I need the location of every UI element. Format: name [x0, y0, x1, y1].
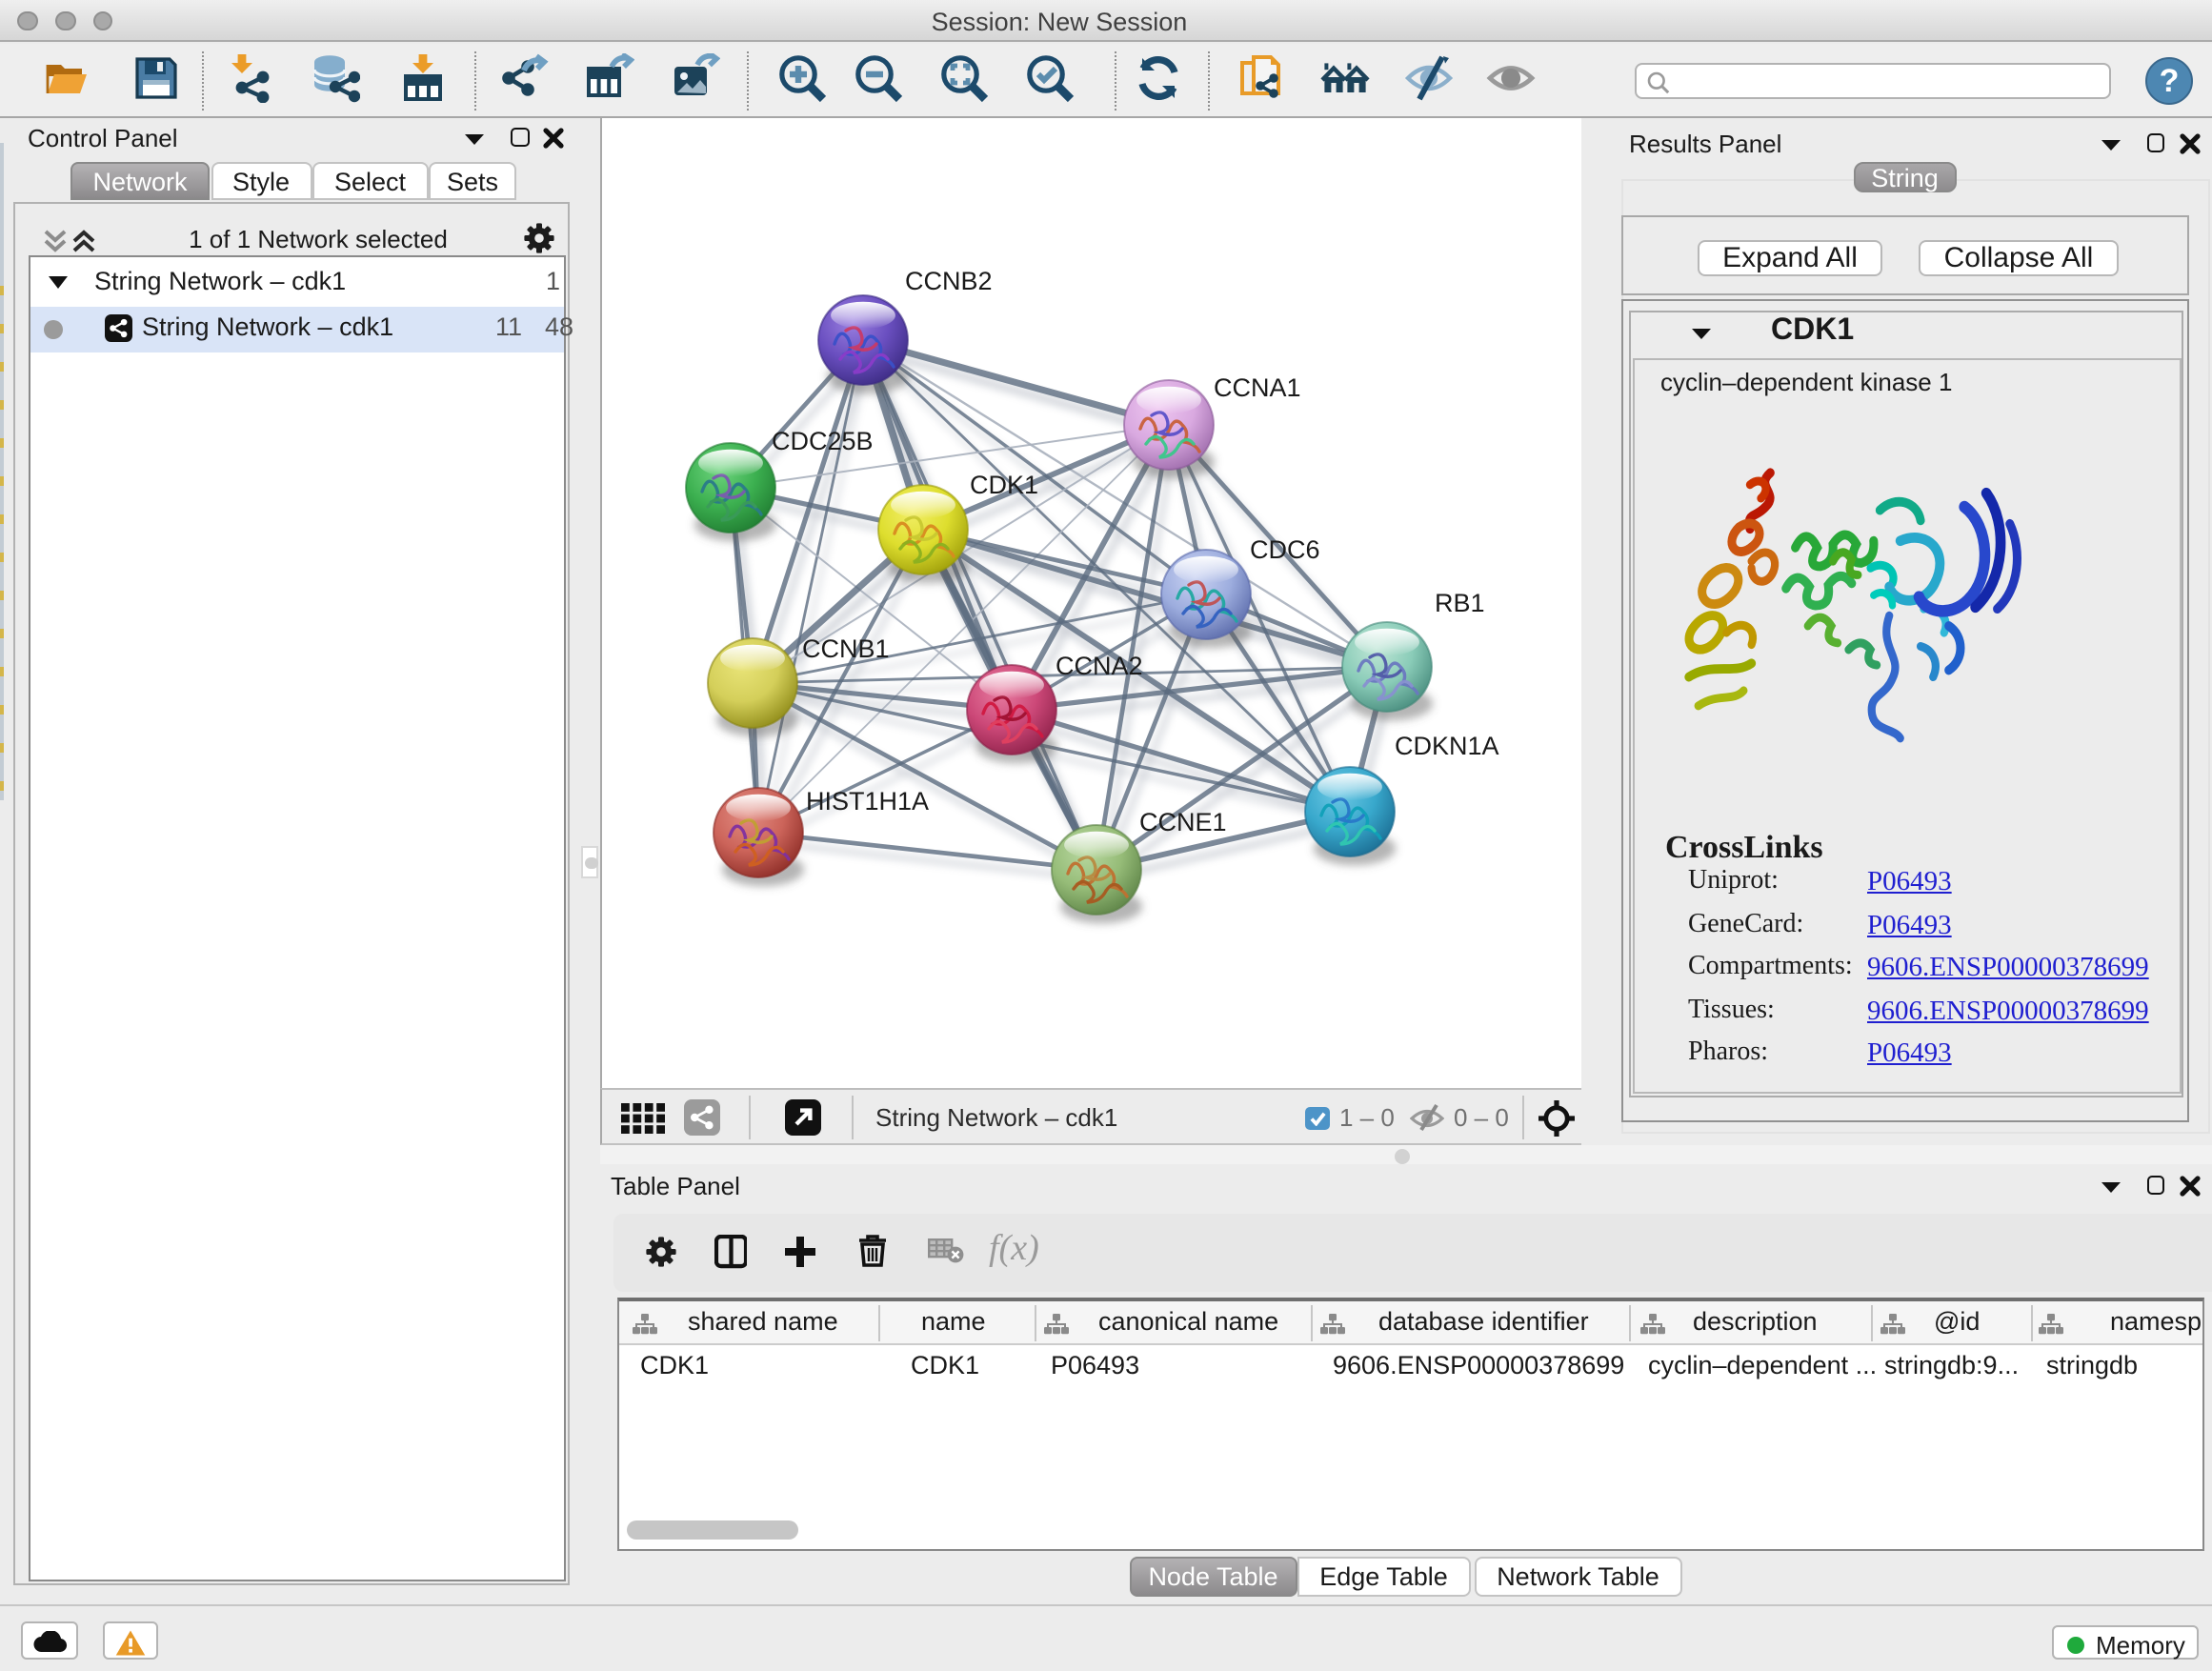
- svg-text:CCNB1: CCNB1: [802, 634, 890, 663]
- svg-text:HIST1H1A: HIST1H1A: [806, 787, 929, 815]
- svg-text:CDK1: CDK1: [970, 471, 1038, 499]
- svg-text:CDC6: CDC6: [1250, 535, 1320, 564]
- svg-text:CCNE1: CCNE1: [1139, 808, 1227, 836]
- svg-text:CCNA2: CCNA2: [1056, 652, 1143, 680]
- svg-text:CCNA1: CCNA1: [1214, 373, 1301, 402]
- svg-text:CDC25B: CDC25B: [772, 427, 874, 455]
- svg-text:CDKN1A: CDKN1A: [1395, 732, 1499, 760]
- svg-text:CCNB2: CCNB2: [905, 267, 993, 295]
- svg-text:RB1: RB1: [1435, 589, 1485, 617]
